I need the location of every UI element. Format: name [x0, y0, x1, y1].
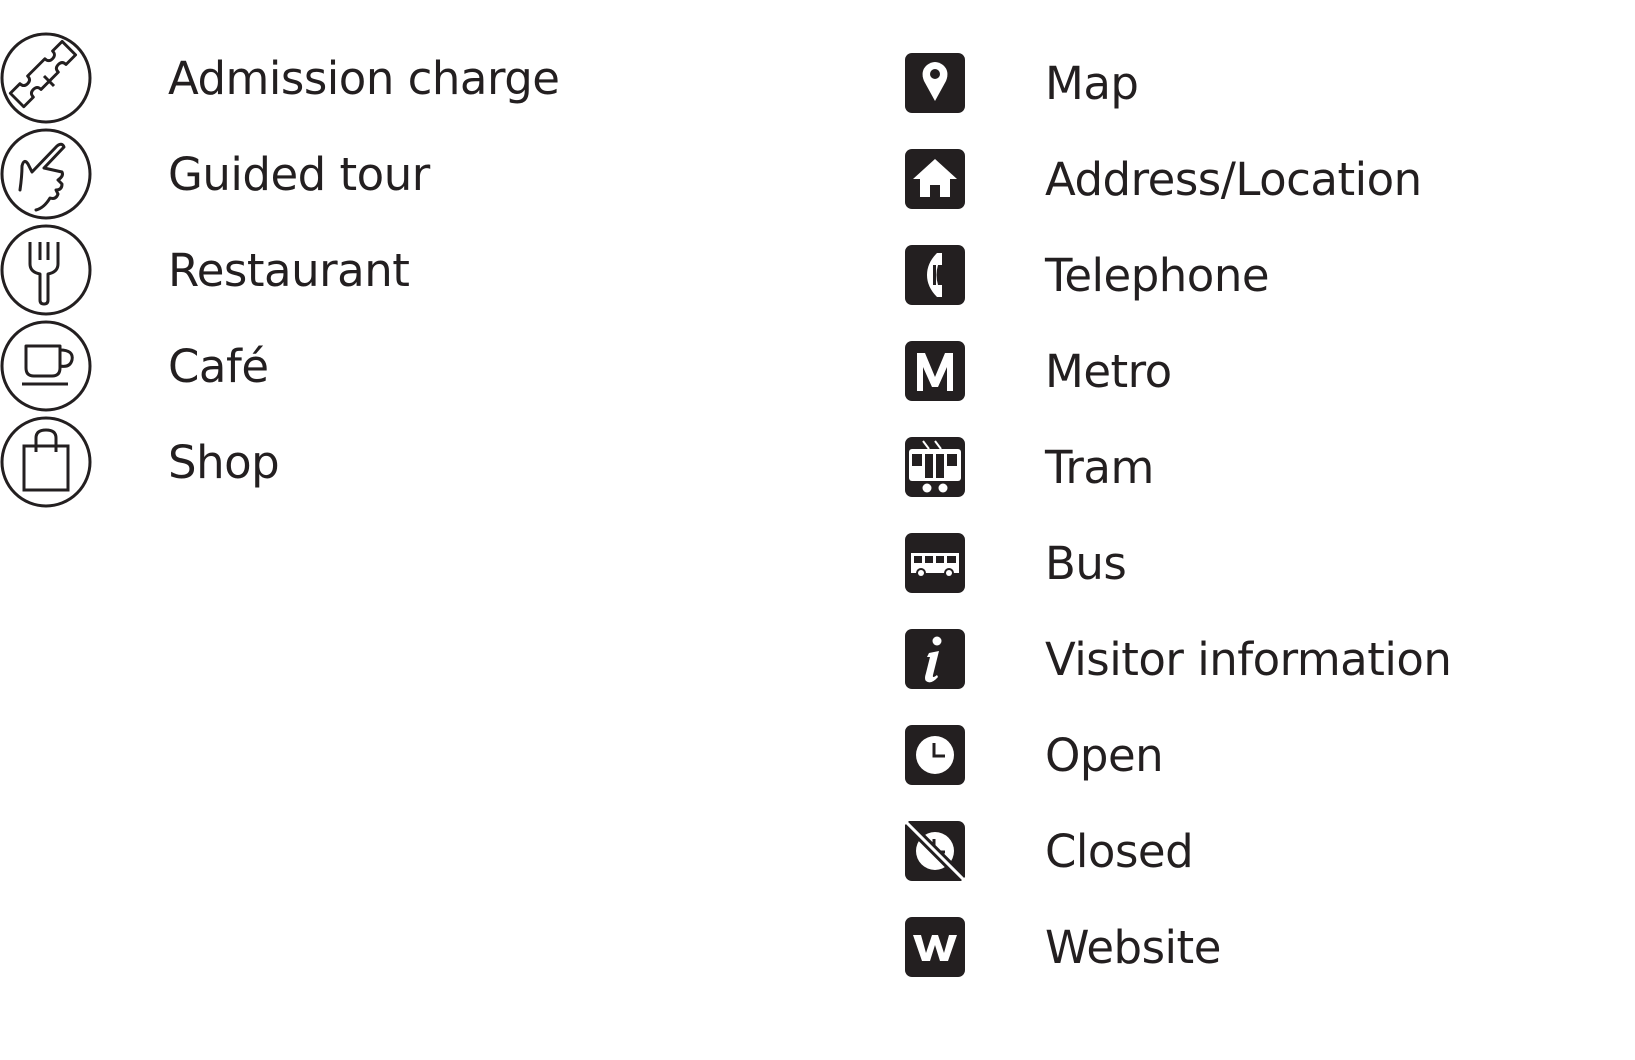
legend-label: Café	[168, 339, 269, 393]
legend-item-cafe: Café	[0, 320, 269, 412]
legend-item-website: Website	[905, 902, 1221, 992]
house-icon	[905, 149, 965, 209]
pointing-hand-icon	[0, 128, 92, 220]
legend-label: Guided tour	[168, 147, 430, 201]
legend-label: Address/Location	[1045, 152, 1422, 206]
legend-label: Metro	[1045, 344, 1172, 398]
map-pin-icon	[905, 53, 965, 113]
legend-item-map: Map	[905, 38, 1139, 128]
legend-label: Shop	[168, 435, 280, 489]
legend-item-metro: Metro	[905, 326, 1172, 416]
legend-item-guided-tour: Guided tour	[0, 128, 430, 220]
legend-label: Website	[1045, 920, 1221, 974]
clock-crossed-icon	[905, 821, 965, 881]
metro-icon	[905, 341, 965, 401]
shopping-bag-icon	[0, 416, 92, 508]
legend-item-telephone: Telephone	[905, 230, 1270, 320]
legend-label: Admission charge	[168, 51, 560, 105]
fork-icon	[0, 224, 92, 316]
legend-item-admission-charge: Admission charge	[0, 32, 560, 124]
legend-label: Map	[1045, 56, 1139, 110]
legend-item-open: Open	[905, 710, 1164, 800]
telephone-icon	[905, 245, 965, 305]
legend-item-restaurant: Restaurant	[0, 224, 410, 316]
legend-label: Restaurant	[168, 243, 410, 297]
coffee-cup-icon	[0, 320, 92, 412]
legend-item-address: Address/Location	[905, 134, 1422, 224]
legend-label: Closed	[1045, 824, 1194, 878]
tram-icon	[905, 437, 965, 497]
legend-label: Telephone	[1045, 248, 1270, 302]
clock-icon	[905, 725, 965, 785]
legend-label: Visitor information	[1045, 632, 1452, 686]
bus-icon	[905, 533, 965, 593]
ticket-icon	[0, 32, 92, 124]
legend-label: Open	[1045, 728, 1164, 782]
legend-item-bus: Bus	[905, 518, 1127, 608]
legend-item-visitor-information: Visitor information	[905, 614, 1452, 704]
website-icon	[905, 917, 965, 977]
legend-item-tram: Tram	[905, 422, 1154, 512]
legend-item-closed: Closed	[905, 806, 1194, 896]
legend-label: Bus	[1045, 536, 1127, 590]
legend-item-shop: Shop	[0, 416, 280, 508]
info-icon	[905, 629, 965, 689]
legend-label: Tram	[1045, 440, 1154, 494]
